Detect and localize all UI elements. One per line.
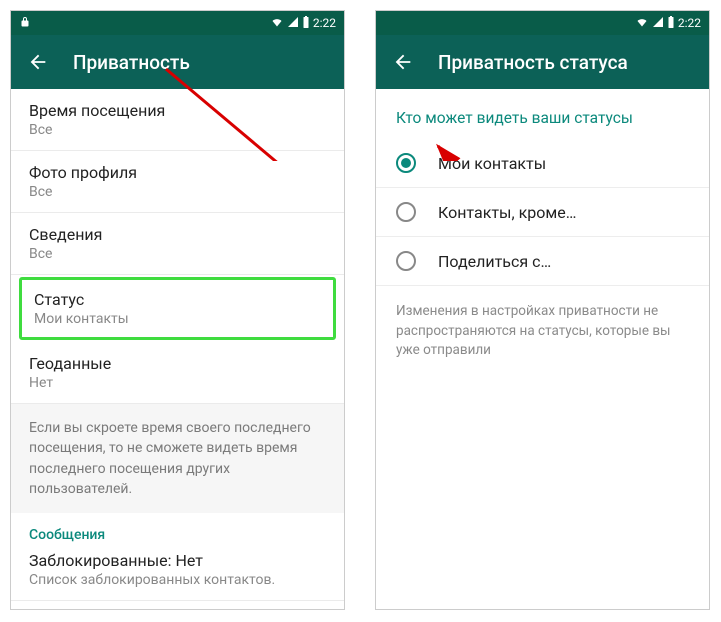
status-time: 2:22: [313, 16, 336, 30]
lock-icon: [19, 16, 31, 31]
setting-last-seen[interactable]: Время посещения Все: [11, 89, 344, 151]
option-share-with[interactable]: Поделиться с…: [376, 237, 709, 286]
privacy-note: Изменения в настройках приватности не ра…: [376, 286, 709, 377]
status-time: 2:22: [678, 16, 701, 30]
signal-icon: [287, 16, 299, 31]
wifi-icon: [270, 16, 284, 31]
setting-about[interactable]: Сведения Все: [11, 213, 344, 275]
radio-selected-icon[interactable]: [396, 153, 416, 173]
status-privacy-options: Кто может видеть ваши статусы Мои контак…: [376, 89, 709, 609]
back-icon[interactable]: [392, 51, 414, 73]
battery-icon: [302, 16, 310, 31]
android-status-bar: 2:22: [376, 11, 709, 35]
back-icon[interactable]: [27, 51, 49, 73]
phone-privacy-settings: 2:22 Приватность Время посещения Все Фот…: [10, 10, 345, 610]
setting-status-highlighted[interactable]: Статус Мои контакты: [19, 277, 336, 340]
app-bar: Приватность: [11, 35, 344, 89]
section-who-can-see: Кто может видеть ваши статусы: [376, 89, 709, 139]
app-bar: Приватность статуса: [376, 35, 709, 89]
page-title: Приватность статуса: [438, 51, 628, 74]
info-text: Если вы скроете время своего последнего …: [11, 404, 344, 513]
signal-icon: [652, 16, 664, 31]
section-messages: Сообщения: [11, 513, 344, 551]
settings-list: Время посещения Все Фото профиля Все Све…: [11, 89, 344, 609]
setting-location[interactable]: Геоданные Нет: [11, 342, 344, 404]
battery-icon: [667, 16, 675, 31]
setting-profile-photo[interactable]: Фото профиля Все: [11, 151, 344, 213]
option-my-contacts[interactable]: Мои контакты: [376, 139, 709, 188]
phone-status-privacy: 2:22 Приватность статуса Кто может видет…: [375, 10, 710, 610]
radio-icon[interactable]: [396, 251, 416, 271]
setting-blocked[interactable]: Заблокированные: Нет Список заблокирован…: [11, 551, 344, 600]
android-status-bar: 2:22: [11, 11, 344, 35]
wifi-icon: [635, 16, 649, 31]
option-contacts-except[interactable]: Контакты, кроме…: [376, 188, 709, 237]
setting-read-receipts[interactable]: Отчеты о прочтении: [11, 600, 344, 609]
page-title: Приватность: [73, 51, 190, 74]
radio-icon[interactable]: [396, 202, 416, 222]
